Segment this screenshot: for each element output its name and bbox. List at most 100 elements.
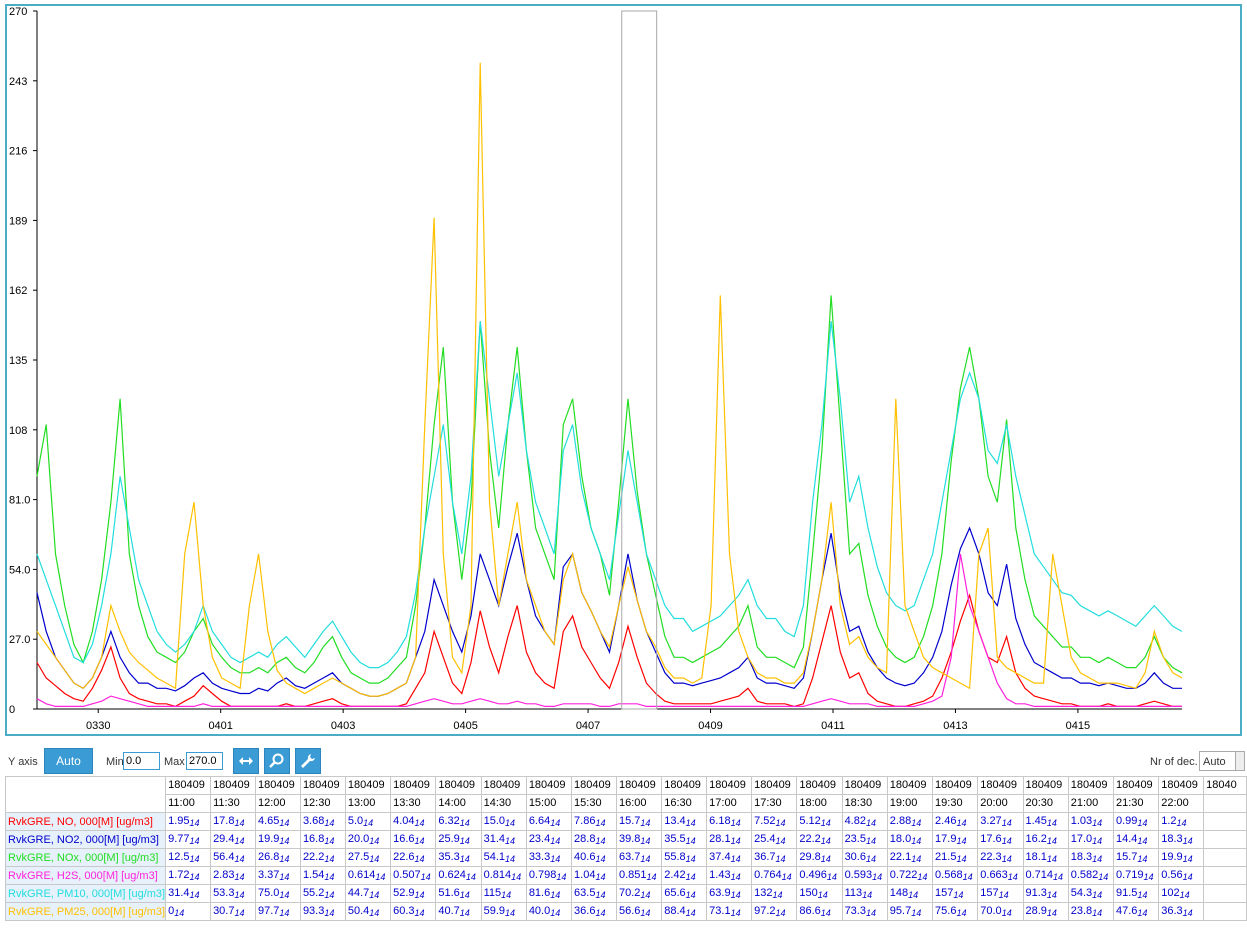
table-cell[interactable]: 11514 — [480, 884, 527, 903]
table-cell[interactable]: 21.514 — [932, 848, 979, 867]
table-cell[interactable]: 15.714 — [615, 812, 663, 831]
table-cell[interactable]: 2.8314 — [210, 866, 256, 885]
row-label[interactable]: RvkGRE, PM25, 000[M] [ug/m3] — [4, 902, 167, 921]
table-cell[interactable]: 0.66314 — [977, 866, 1024, 885]
table-cell[interactable]: 0.76414 — [751, 866, 798, 885]
table-cell[interactable]: 0.71414 — [1022, 866, 1069, 885]
table-cell[interactable]: 88.414 — [661, 902, 708, 921]
table-cell[interactable]: 11314 — [841, 884, 888, 903]
table-cell[interactable] — [1203, 830, 1247, 849]
table-cell[interactable]: 73.314 — [841, 902, 888, 921]
table-cell[interactable]: 26.814 — [255, 848, 301, 867]
table-cell[interactable]: 60.314 — [390, 902, 437, 921]
table-cell[interactable]: 19.914 — [1158, 848, 1205, 867]
table-cell[interactable]: 014 — [165, 902, 212, 921]
table-cell[interactable]: 16.814 — [299, 830, 346, 849]
table-cell[interactable]: 0.61414 — [344, 866, 392, 885]
auto-scale-button[interactable]: Auto — [44, 748, 93, 774]
row-label[interactable]: RvkGRE, PM10, 000[M] [ug/m3] — [4, 884, 167, 903]
table-cell[interactable]: 63.514 — [571, 884, 617, 903]
table-cell[interactable]: 18.114 — [1022, 848, 1069, 867]
table-cell[interactable]: 7.8614 — [571, 812, 617, 831]
table-cell[interactable]: 22.614 — [390, 848, 437, 867]
table-cell[interactable]: 13214 — [751, 884, 798, 903]
table-cell[interactable]: 17.814 — [210, 812, 256, 831]
table-cell[interactable]: 50.414 — [344, 902, 392, 921]
table-cell[interactable]: 3.2714 — [977, 812, 1024, 831]
table-cell[interactable]: 40.014 — [525, 902, 573, 921]
table-cell[interactable]: 40.714 — [435, 902, 482, 921]
decimals-select[interactable]: Auto — [1199, 751, 1245, 771]
table-cell[interactable]: 1.7214 — [165, 866, 212, 885]
table-cell[interactable]: 13.414 — [661, 812, 708, 831]
line-chart[interactable]: 0 27.0 54.0 81.0 108 135 162 189 216 243 270 0330 04… — [7, 6, 1240, 734]
table-cell[interactable]: 18.314 — [1158, 830, 1205, 849]
table-cell[interactable]: 1.4514 — [1022, 812, 1069, 831]
table-cell[interactable]: 91.314 — [1022, 884, 1069, 903]
table-cell[interactable]: 33.314 — [525, 848, 573, 867]
table-cell[interactable]: 4.6514 — [255, 812, 301, 831]
table-cell[interactable]: 81.614 — [525, 884, 573, 903]
table-cell[interactable]: 91.514 — [1112, 884, 1160, 903]
table-cell[interactable]: 0.62414 — [435, 866, 482, 885]
table-cell[interactable]: 0.81414 — [480, 866, 527, 885]
row-label[interactable]: RvkGRE, NOx, 000[M] [ug/m3] — [4, 848, 167, 867]
table-cell[interactable]: 35.514 — [661, 830, 708, 849]
table-cell[interactable]: 0.85114 — [615, 866, 663, 885]
table-cell[interactable]: 1.4314 — [706, 866, 753, 885]
table-cell[interactable]: 75.614 — [932, 902, 979, 921]
table-cell[interactable]: 23.814 — [1067, 902, 1114, 921]
table-cell[interactable]: 86.614 — [796, 902, 843, 921]
table-cell[interactable]: 3.6814 — [299, 812, 346, 831]
table-cell[interactable]: 15.714 — [1112, 848, 1160, 867]
table-cell[interactable]: 6.1814 — [706, 812, 753, 831]
table-cell[interactable]: 15.014 — [480, 812, 527, 831]
table-cell[interactable]: 9.7714 — [165, 830, 212, 849]
table-cell[interactable]: 6.6414 — [525, 812, 573, 831]
table-cell[interactable]: 12.514 — [165, 848, 212, 867]
table-cell[interactable]: 40.614 — [571, 848, 617, 867]
fit-width-button[interactable] — [233, 748, 259, 774]
table-cell[interactable]: 0.79814 — [525, 866, 573, 885]
table-cell[interactable]: 31.414 — [165, 884, 212, 903]
table-cell[interactable]: 27.514 — [344, 848, 392, 867]
table-cell[interactable]: 14814 — [886, 884, 934, 903]
table-cell[interactable]: 23.414 — [525, 830, 573, 849]
table-cell[interactable]: 52.914 — [390, 884, 437, 903]
table-cell[interactable]: 0.49614 — [796, 866, 843, 885]
table-cell[interactable]: 28.114 — [706, 830, 753, 849]
table-cell[interactable]: 30.614 — [841, 848, 888, 867]
table-cell[interactable]: 22.314 — [977, 848, 1024, 867]
table-cell[interactable]: 63.714 — [615, 848, 663, 867]
table-cell[interactable]: 4.8214 — [841, 812, 888, 831]
table-cell[interactable]: 70.214 — [615, 884, 663, 903]
table-cell[interactable]: 30.714 — [210, 902, 256, 921]
table-cell[interactable]: 73.114 — [706, 902, 753, 921]
table-cell[interactable] — [1203, 848, 1247, 867]
table-cell[interactable]: 56.614 — [615, 902, 663, 921]
table-cell[interactable]: 7.5214 — [751, 812, 798, 831]
table-cell[interactable]: 23.514 — [841, 830, 888, 849]
table-cell[interactable]: 97.214 — [751, 902, 798, 921]
table-cell[interactable]: 0.59314 — [841, 866, 888, 885]
table-cell[interactable]: 25.414 — [751, 830, 798, 849]
chevron-down-icon[interactable] — [1235, 752, 1244, 770]
table-cell[interactable]: 0.50714 — [390, 866, 437, 885]
table-cell[interactable]: 35.314 — [435, 848, 482, 867]
zoom-button[interactable] — [264, 748, 290, 774]
table-cell[interactable]: 28.814 — [571, 830, 617, 849]
row-label[interactable]: RvkGRE, H2S, 000[M] [ug/m3] — [4, 866, 167, 885]
table-cell[interactable]: 55.214 — [299, 884, 346, 903]
table-cell[interactable]: 15014 — [796, 884, 843, 903]
table-cell[interactable]: 1.9514 — [165, 812, 212, 831]
table-cell[interactable]: 36.714 — [751, 848, 798, 867]
table-cell[interactable]: 63.914 — [706, 884, 753, 903]
table-cell[interactable]: 44.714 — [344, 884, 392, 903]
table-cell[interactable]: 55.814 — [661, 848, 708, 867]
table-cell[interactable]: 59.914 — [480, 902, 527, 921]
table-cell[interactable]: 14.414 — [1112, 830, 1160, 849]
table-cell[interactable]: 10214 — [1158, 884, 1205, 903]
table-cell[interactable]: 16.214 — [1022, 830, 1069, 849]
table-cell[interactable]: 2.8814 — [886, 812, 934, 831]
table-cell[interactable]: 75.014 — [255, 884, 301, 903]
